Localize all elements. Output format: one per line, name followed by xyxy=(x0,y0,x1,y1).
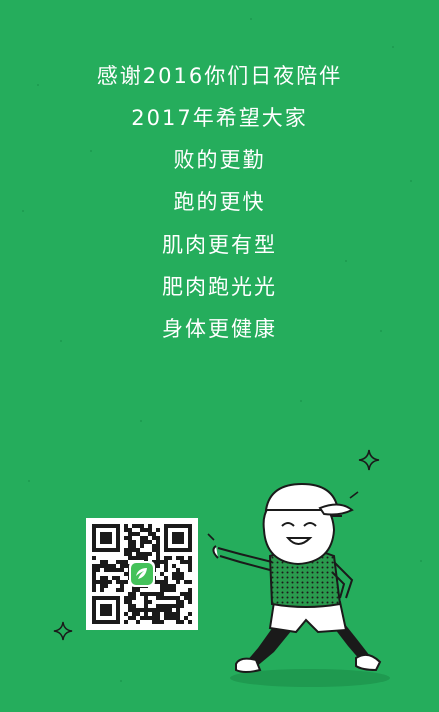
wish-line-1: 败的更勤 xyxy=(173,148,266,172)
wish-line-5: 身体更健康 xyxy=(162,317,277,341)
runner-mascot-illustration xyxy=(207,482,390,687)
wish-line-3: 肌肉更有型 xyxy=(162,233,277,257)
sparkle-icon xyxy=(358,449,380,471)
wish-intro-line: 2017年希望大家 xyxy=(131,106,308,130)
app-logo-icon xyxy=(129,561,155,587)
thanks-line: 感谢2016你们日夜陪伴 xyxy=(96,64,343,88)
wish-line-4: 肥肉跑光光 xyxy=(162,275,277,299)
qr-code[interactable] xyxy=(86,518,198,630)
poster: 感谢2016你们日夜陪伴 2017年希望大家 败的更勤 跑的更快 肌肉更有型 肥… xyxy=(0,0,439,712)
wish-line-2: 跑的更快 xyxy=(173,190,266,214)
sparkle-icon xyxy=(53,621,73,641)
